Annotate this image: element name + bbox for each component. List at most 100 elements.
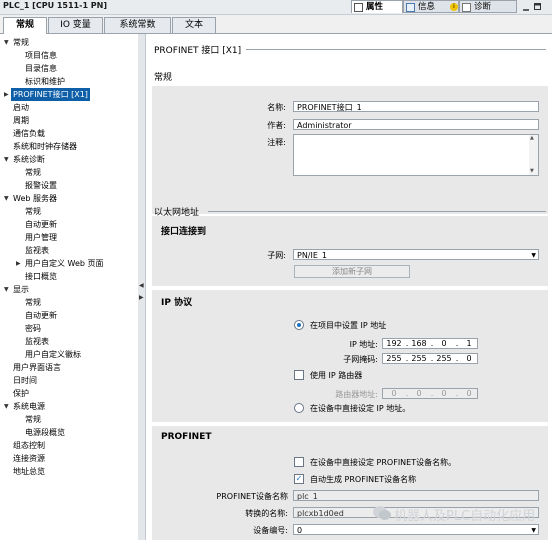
expand-down-icon[interactable]: ▼ (4, 195, 9, 202)
use-router-label: 使用 IP 路由器 (310, 371, 363, 380)
name-field[interactable]: PROFINET接口_1 (293, 101, 539, 112)
tab-general[interactable]: 常规 (3, 17, 47, 34)
tab-row: 常规 IO 变量 系统常数 文本 (0, 15, 552, 34)
scroll-up-icon[interactable]: ▲ (530, 135, 534, 141)
divider (246, 49, 546, 50)
tree-item[interactable]: 常规 (25, 166, 41, 179)
expand-down-icon[interactable]: ▼ (4, 156, 9, 163)
tree-item[interactable]: 地址总览 (13, 465, 45, 478)
ip-in-project-radio[interactable] (294, 320, 304, 330)
properties-icon (354, 3, 363, 12)
tree-item[interactable]: 通信负载 (13, 127, 45, 140)
author-field[interactable]: Administrator (293, 119, 539, 130)
tree-item[interactable]: 接口概览 (25, 270, 57, 283)
ip-in-device-label: 在设备中直接设定 IP 地址。 (310, 404, 411, 413)
tree-item[interactable]: 系统和时钟存储器 (13, 140, 77, 153)
scroll-down-icon[interactable]: ▼ (530, 168, 534, 174)
tree-item[interactable]: 密码 (25, 322, 41, 335)
expand-down-icon[interactable]: ▼ (4, 39, 9, 46)
divider (208, 211, 546, 212)
main-panel: PROFINET 接口 [X1] 常规 名称: PROFINET接口_1 作者:… (146, 34, 552, 540)
subnet-mask-label: 子网掩码: (343, 355, 378, 364)
tree-item[interactable]: 连接资源 (13, 452, 45, 465)
tree-item[interactable]: 周期 (13, 114, 29, 127)
expand-right-icon[interactable]: ▶ (16, 260, 21, 267)
tree-item[interactable]: 报警设置 (25, 179, 57, 192)
diagnostics-icon (462, 3, 471, 12)
tree-item[interactable]: 显示 (13, 283, 29, 296)
info-badge-icon: i (450, 3, 458, 11)
device-name-label: PROFINET设备名称 (216, 492, 288, 501)
tree-item[interactable]: 监视表 (25, 244, 49, 257)
splitter[interactable]: ◀ ▶ (138, 34, 146, 540)
title-bar: PLC_1 [CPU 1511-1 PN] 属性 信息 i 诊断 (0, 0, 552, 15)
tab-system-constants[interactable]: 系统常数 (104, 17, 171, 33)
window-title: PLC_1 [CPU 1511-1 PN] (3, 1, 108, 10)
tree-item[interactable]: 日时间 (13, 374, 37, 387)
chevron-down-icon: ▼ (531, 527, 536, 534)
tab-texts[interactable]: 文本 (172, 17, 216, 33)
add-subnet-button[interactable]: 添加新子网 (294, 265, 410, 278)
profinet-title: PROFINET (161, 432, 212, 442)
tree-item[interactable]: 用户自定义 Web 页面 (25, 257, 104, 270)
tree-item[interactable]: 用户自定义徽标 (25, 348, 81, 361)
ip-in-device-radio[interactable] (294, 403, 304, 413)
device-number-label: 设备编号: (253, 526, 288, 535)
tree-item[interactable]: 组态控制 (13, 439, 45, 452)
set-name-in-device-checkbox[interactable] (294, 457, 304, 467)
tree-item[interactable]: 系统电源 (13, 400, 45, 413)
watermark-text: 机器人及PLC自动化应用 (394, 509, 536, 524)
subnet-select[interactable]: PN/IE_1 ▼ (293, 249, 539, 260)
set-name-in-device-label: 在设备中直接设定 PROFINET设备名称。 (310, 458, 457, 467)
device-name-field[interactable]: plc_1 (293, 490, 539, 501)
minimize-icon[interactable] (521, 2, 531, 12)
info-icon (406, 3, 415, 12)
tree-item[interactable]: 电源段概览 (25, 426, 65, 439)
tree-item[interactable]: 项目信息 (25, 49, 57, 62)
tree-item[interactable]: Web 服务器 (13, 192, 57, 205)
tab-properties[interactable]: 属性 (351, 0, 403, 13)
use-router-checkbox[interactable] (294, 370, 304, 380)
tree-item[interactable]: 常规 (25, 296, 41, 309)
author-label: 作者: (267, 121, 286, 130)
tree-item[interactable]: 目录信息 (25, 62, 57, 75)
wechat-icon (373, 506, 391, 520)
tree-item[interactable]: 用户界面语言 (13, 361, 61, 374)
ip-address-field[interactable]: 192. 168. 0. 1 (382, 338, 478, 349)
subnet-mask-field[interactable]: 255. 255. 255. 0 (382, 353, 478, 364)
comment-scrollbar[interactable]: ▲ ▼ (529, 135, 538, 175)
expand-right-icon[interactable]: ▶ (139, 294, 144, 301)
chevron-down-icon: ▼ (531, 252, 536, 259)
tab-diagnostics[interactable]: 诊断 (459, 0, 517, 13)
expand-down-icon[interactable]: ▼ (4, 286, 9, 293)
auto-generate-name-checkbox[interactable]: ✓ (294, 474, 304, 484)
subnet-label: 子网: (267, 251, 286, 260)
tree-item[interactable]: 常规 (25, 205, 41, 218)
tree-item[interactable]: 自动更新 (25, 218, 57, 231)
watermark: 机器人及PLC自动化应用 (372, 502, 548, 526)
tree-item[interactable]: 自动更新 (25, 309, 57, 322)
tree-item[interactable]: 用户管理 (25, 231, 57, 244)
auto-generate-name-label: 自动生成 PROFINET设备名称 (310, 475, 417, 484)
tree-item[interactable]: PROFINET接口 [X1] (11, 88, 90, 101)
tree-item[interactable]: 常规 (13, 36, 29, 49)
comment-field[interactable] (293, 134, 539, 176)
tree-item[interactable]: 启动 (13, 101, 29, 114)
router-address-field[interactable]: 0. 0. 0. 0 (382, 388, 478, 399)
section-general-title: 常规 (154, 73, 173, 83)
tree-item[interactable]: 系统诊断 (13, 153, 45, 166)
tree-item[interactable]: 常规 (25, 413, 41, 426)
restore-icon[interactable] (533, 2, 543, 12)
collapse-left-icon[interactable]: ◀ (139, 282, 144, 289)
tree-item[interactable]: 监视表 (25, 335, 49, 348)
tab-io-tags[interactable]: IO 变量 (48, 17, 103, 33)
tree-item[interactable]: 保护 (13, 387, 29, 400)
converted-name-label: 转换的名称: (245, 509, 288, 518)
ip-address-label: IP 地址: (349, 340, 378, 349)
expand-down-icon[interactable]: ▼ (4, 403, 9, 410)
navigation-tree: ▼ 常规 项目信息 目录信息 标识和维护 ▶ PROFINET接口 [X1] 启动 周期 通信负载… (0, 34, 139, 540)
name-label: 名称: (267, 103, 286, 112)
tree-item[interactable]: 标识和维护 (25, 75, 65, 88)
expand-right-icon[interactable]: ▶ (4, 91, 9, 98)
tab-info[interactable]: 信息 i (403, 0, 459, 13)
